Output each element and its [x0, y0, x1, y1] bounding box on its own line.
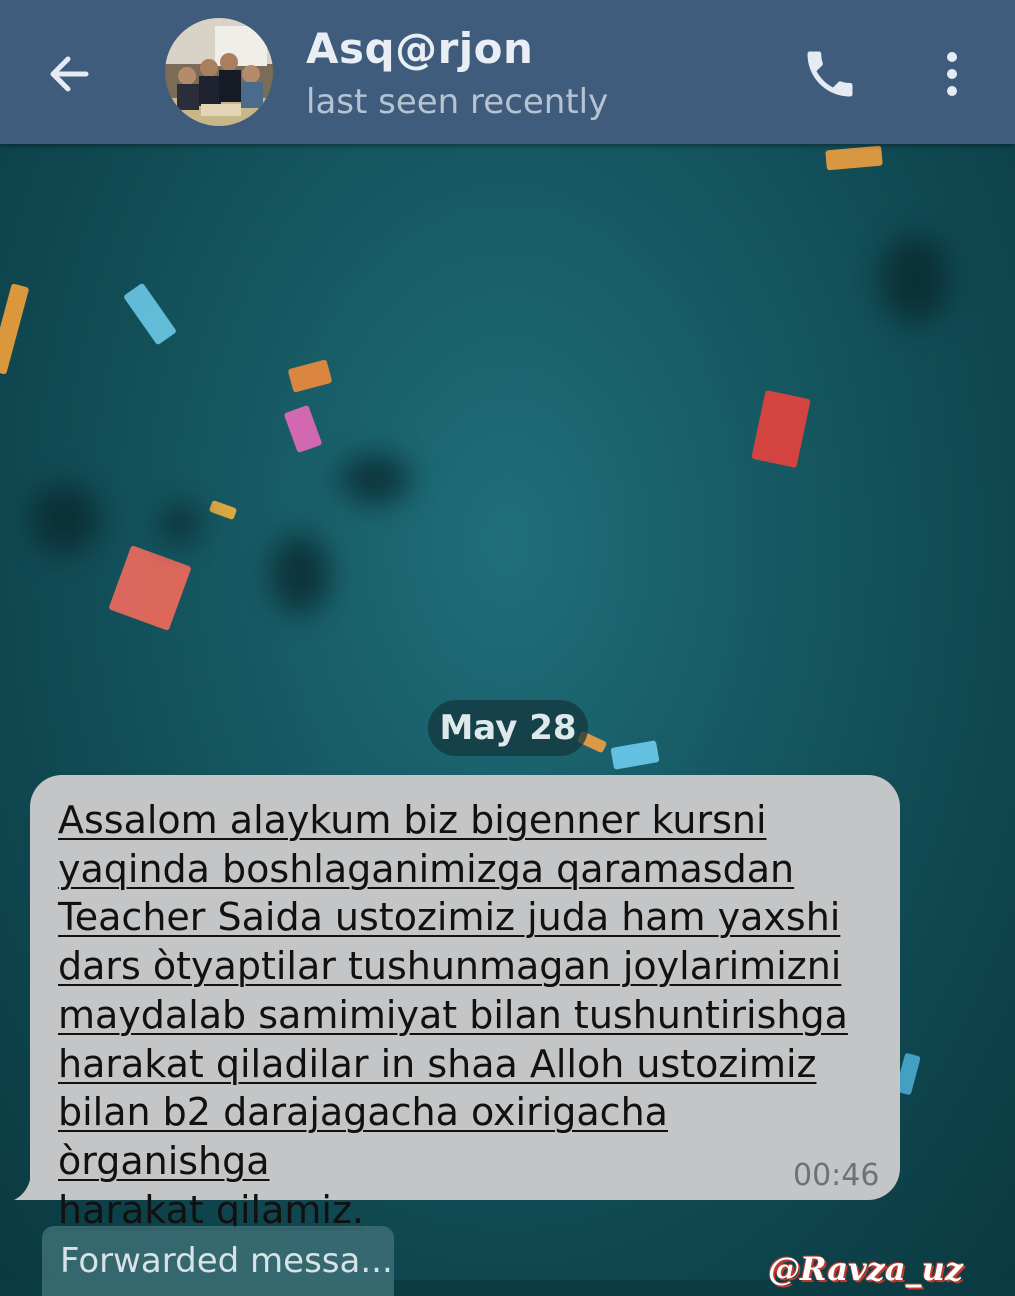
phone-icon [807, 51, 853, 97]
confetti-piece [751, 389, 811, 469]
confetti-piece [610, 740, 660, 770]
call-button[interactable] [800, 44, 860, 104]
confetti-piece [108, 545, 192, 631]
message-text[interactable]: Assalom alaykum biz bigenner kursni yaqi… [58, 796, 888, 1234]
forwarded-message-preview[interactable]: Forwarded messa... [42, 1226, 394, 1296]
confetti-piece [825, 145, 883, 171]
avatar-photo [165, 18, 273, 126]
confetti-piece [287, 359, 333, 393]
arrow-left-icon [50, 56, 89, 92]
confetti-piece [122, 282, 178, 346]
bokeh-dot [880, 234, 950, 324]
confetti-piece [208, 499, 238, 521]
more-options-button[interactable] [930, 44, 974, 104]
chat-header: Asq@rjon last seen recently [0, 0, 1015, 144]
message-time: 00:46 [793, 1158, 880, 1193]
watermark: @Ravza_uz [768, 1250, 963, 1288]
bokeh-dot [160, 504, 200, 544]
avatar[interactable] [165, 18, 273, 126]
bokeh-dot [30, 484, 100, 554]
last-seen-status: last seen recently [306, 82, 609, 122]
confetti-piece [283, 404, 323, 454]
back-button[interactable] [40, 44, 100, 104]
confetti-piece [0, 283, 30, 375]
contact-name[interactable]: Asq@rjon [306, 24, 533, 73]
date-separator: May 28 [428, 700, 588, 756]
more-vertical-icon [947, 52, 957, 96]
bokeh-dot [270, 534, 330, 614]
bokeh-dot [340, 454, 410, 504]
